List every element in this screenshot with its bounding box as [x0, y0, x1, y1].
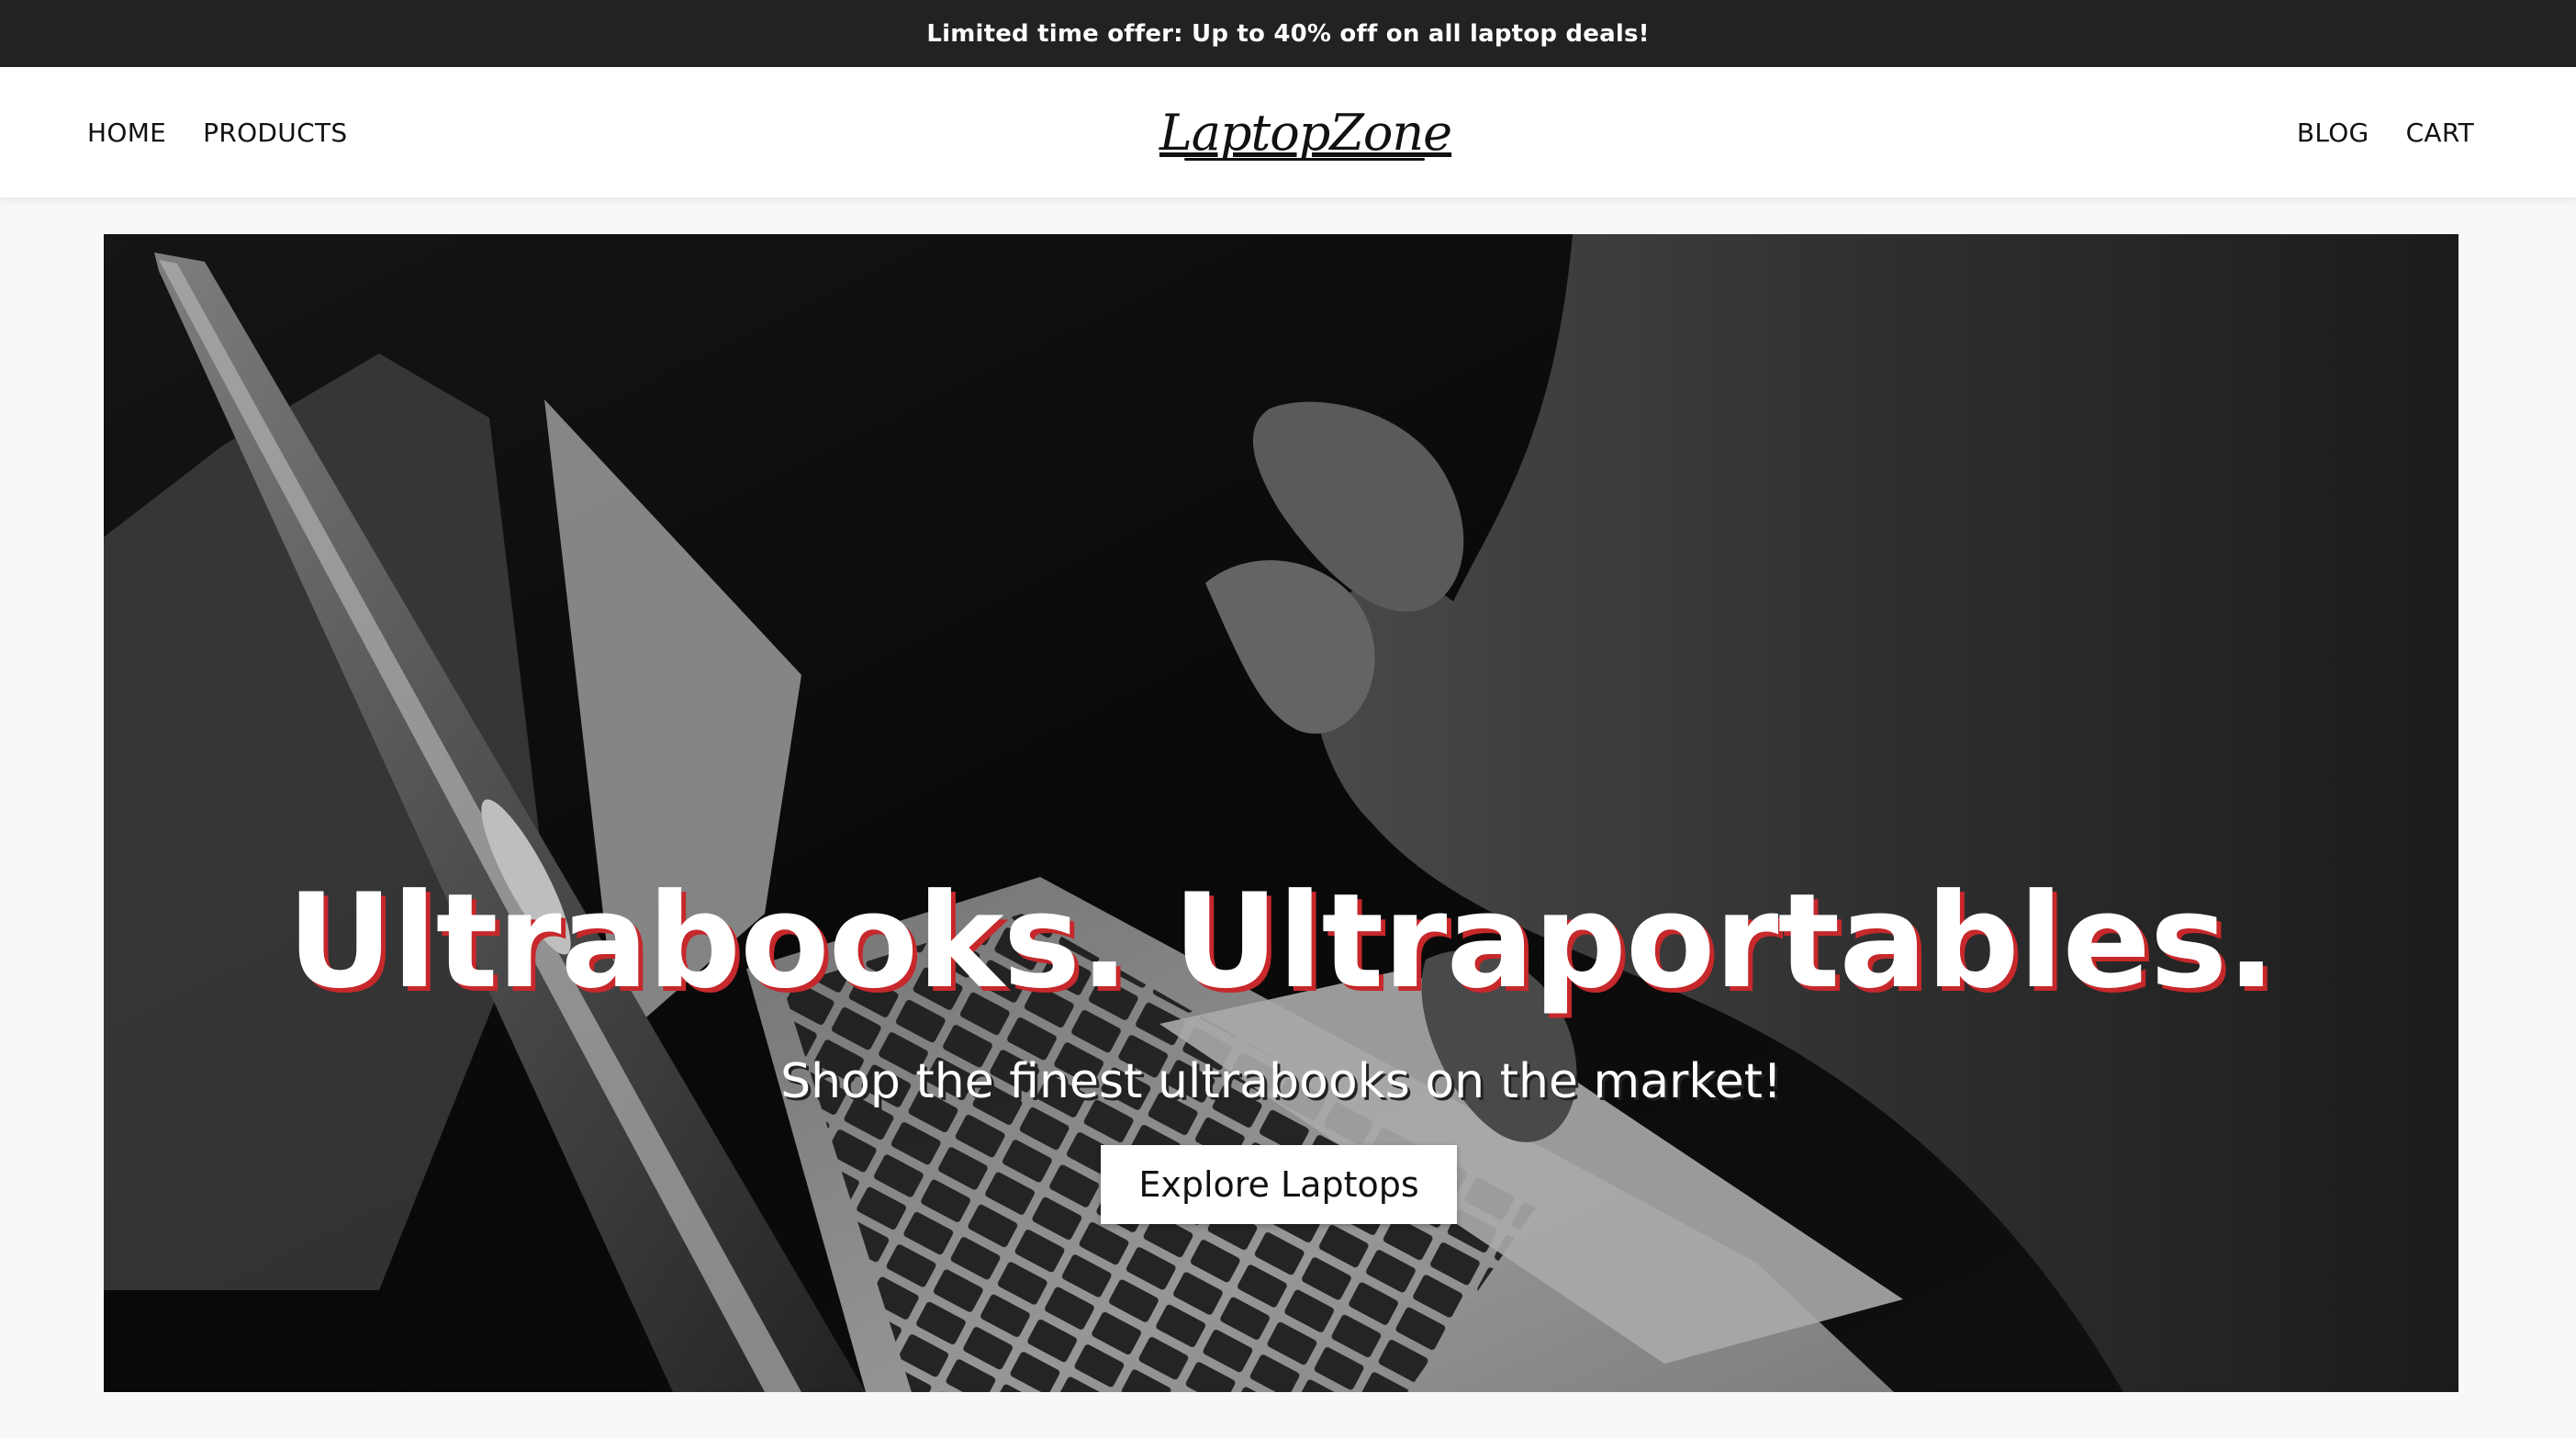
promo-text: Limited time offer: Up to 40% off on all… — [926, 19, 1650, 48]
logo-underline — [1184, 158, 1425, 161]
nav-home-link[interactable]: HOME — [87, 118, 166, 148]
secondary-nav: BLOG CART — [2297, 67, 2474, 197]
primary-nav: HOME PRODUCTS — [87, 67, 347, 197]
site-logo[interactable]: LaptopZone — [1159, 98, 1452, 166]
nav-blog-link[interactable]: BLOG — [2297, 118, 2369, 148]
site-header: HOME PRODUCTS LaptopZone BLOG CART — [0, 67, 2576, 197]
explore-laptops-button[interactable]: Explore Laptops — [1101, 1145, 1457, 1224]
promo-banner: Limited time offer: Up to 40% off on all… — [0, 0, 2576, 67]
nav-products-link[interactable]: PRODUCTS — [203, 118, 347, 148]
nav-cart-link[interactable]: CART — [2406, 118, 2474, 148]
hero-subtitle: Shop the finest ultrabooks on the market… — [780, 1054, 1782, 1109]
hero-title: Ultrabooks. Ultraportables. — [286, 866, 2277, 1017]
hero-banner: Ultrabooks. Ultraportables. Shop the fin… — [104, 234, 2458, 1392]
